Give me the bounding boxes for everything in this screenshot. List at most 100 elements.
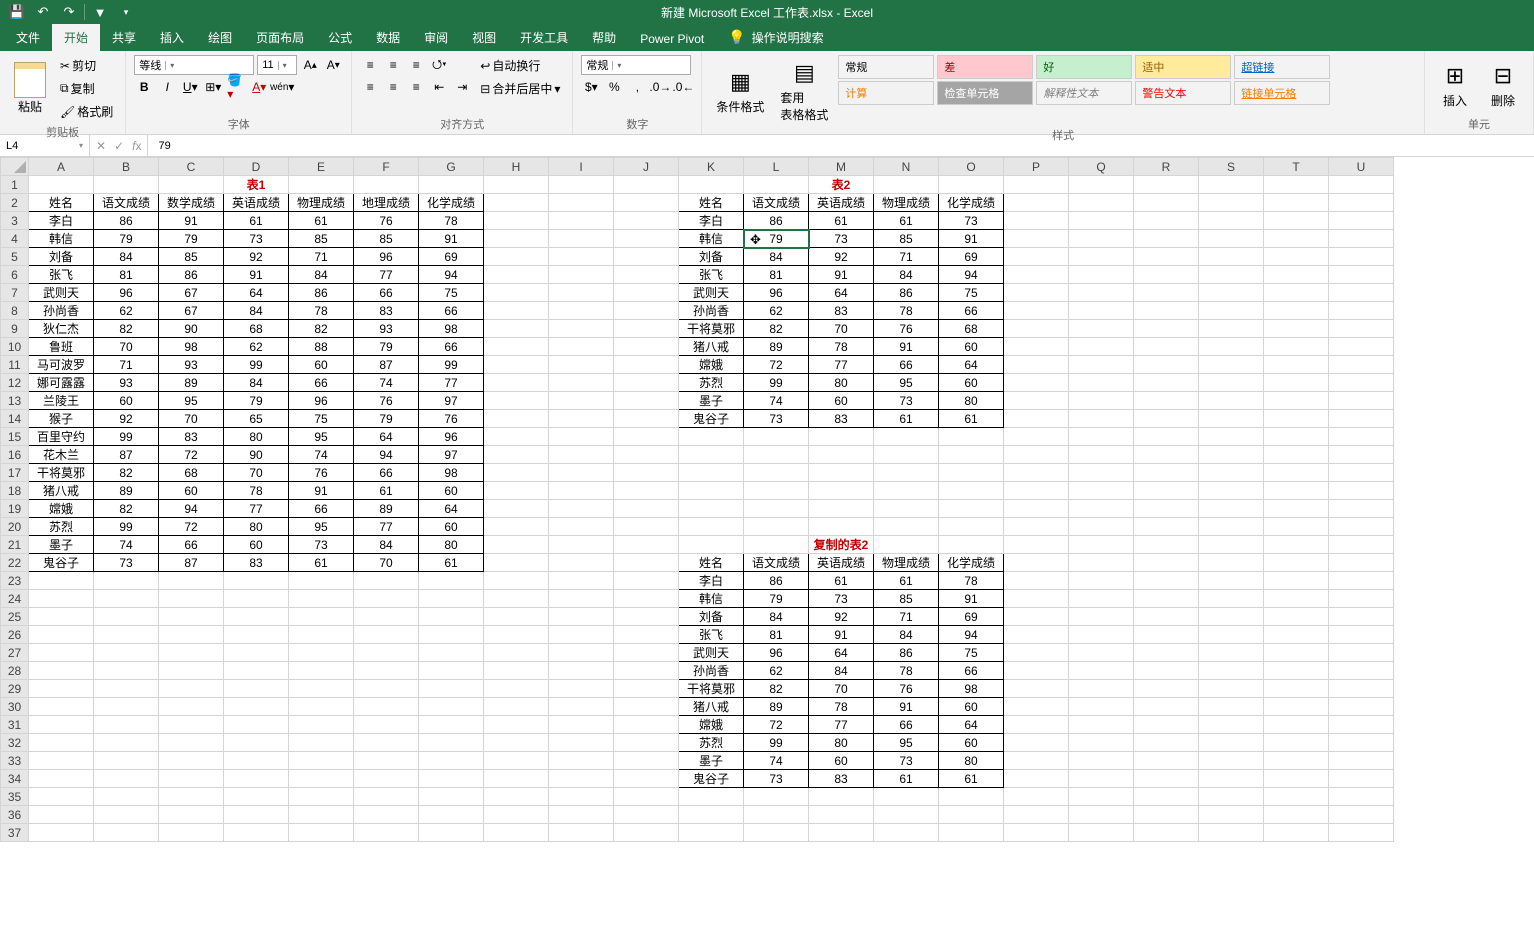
cell-U17[interactable] (1329, 464, 1394, 482)
orientation-icon[interactable]: ⭯▾ (429, 55, 449, 75)
cell-D15[interactable]: 80 (224, 428, 289, 446)
cell-B13[interactable]: 60 (94, 392, 159, 410)
cell-R6[interactable] (1134, 266, 1199, 284)
col-header-H[interactable]: H (484, 158, 549, 176)
row-header-33[interactable]: 33 (1, 752, 29, 770)
cell-G21[interactable]: 80 (419, 536, 484, 554)
cell-O23[interactable]: 78 (939, 572, 1004, 590)
cell-F30[interactable] (354, 698, 419, 716)
cell-U4[interactable] (1329, 230, 1394, 248)
cell-H4[interactable] (484, 230, 549, 248)
cell-K13[interactable]: 墨子 (679, 392, 744, 410)
cell-P17[interactable] (1004, 464, 1069, 482)
cell-D4[interactable]: 73 (224, 230, 289, 248)
col-header-T[interactable]: T (1264, 158, 1329, 176)
cell-B9[interactable]: 82 (94, 320, 159, 338)
cell-P8[interactable] (1004, 302, 1069, 320)
cell-E26[interactable] (289, 626, 354, 644)
cell-H14[interactable] (484, 410, 549, 428)
cell-N10[interactable]: 91 (874, 338, 939, 356)
cell-B17[interactable]: 82 (94, 464, 159, 482)
cell-Q37[interactable] (1069, 824, 1134, 842)
cell-B25[interactable] (94, 608, 159, 626)
cell-H32[interactable] (484, 734, 549, 752)
conditional-format-button[interactable]: ▦条件格式 (710, 55, 770, 125)
cell-O37[interactable] (939, 824, 1004, 842)
cell-R23[interactable] (1134, 572, 1199, 590)
cell-U36[interactable] (1329, 806, 1394, 824)
tell-me-search[interactable]: 💡 操作说明搜索 (716, 24, 835, 51)
cell-A1[interactable] (29, 176, 94, 194)
cell-P14[interactable] (1004, 410, 1069, 428)
cell-T29[interactable] (1264, 680, 1329, 698)
cell-C9[interactable]: 90 (159, 320, 224, 338)
cell-M4[interactable]: 73 (809, 230, 874, 248)
cell-P30[interactable] (1004, 698, 1069, 716)
cell-O31[interactable]: 64 (939, 716, 1004, 734)
row-header-31[interactable]: 31 (1, 716, 29, 734)
select-all-button[interactable] (1, 158, 29, 176)
cell-K21[interactable] (679, 536, 744, 554)
cell-G36[interactable] (419, 806, 484, 824)
cell-J3[interactable] (614, 212, 679, 230)
cell-I30[interactable] (549, 698, 614, 716)
cell-G10[interactable]: 66 (419, 338, 484, 356)
cell-L36[interactable] (744, 806, 809, 824)
cell-P23[interactable] (1004, 572, 1069, 590)
cell-U10[interactable] (1329, 338, 1394, 356)
cell-H27[interactable] (484, 644, 549, 662)
row-header-19[interactable]: 19 (1, 500, 29, 518)
cell-J21[interactable] (614, 536, 679, 554)
cell-S7[interactable] (1199, 284, 1264, 302)
cell-F27[interactable] (354, 644, 419, 662)
cell-C27[interactable] (159, 644, 224, 662)
cell-C2[interactable]: 数学成绩 (159, 194, 224, 212)
cell-E35[interactable] (289, 788, 354, 806)
cell-A13[interactable]: 兰陵王 (29, 392, 94, 410)
cell-B12[interactable]: 93 (94, 374, 159, 392)
cell-R35[interactable] (1134, 788, 1199, 806)
cell-R12[interactable] (1134, 374, 1199, 392)
cell-A10[interactable]: 鲁班 (29, 338, 94, 356)
cell-B1[interactable] (94, 176, 159, 194)
cell-I34[interactable] (549, 770, 614, 788)
cell-O11[interactable]: 64 (939, 356, 1004, 374)
cell-M33[interactable]: 60 (809, 752, 874, 770)
cell-F34[interactable] (354, 770, 419, 788)
cell-T27[interactable] (1264, 644, 1329, 662)
cell-B4[interactable]: 79 (94, 230, 159, 248)
cell-U21[interactable] (1329, 536, 1394, 554)
cell-T2[interactable] (1264, 194, 1329, 212)
cell-N11[interactable]: 66 (874, 356, 939, 374)
cell-L20[interactable] (744, 518, 809, 536)
cell-F5[interactable]: 96 (354, 248, 419, 266)
cell-C19[interactable]: 94 (159, 500, 224, 518)
cell-C29[interactable] (159, 680, 224, 698)
cell-H34[interactable] (484, 770, 549, 788)
cell-D1[interactable]: 表1 (224, 176, 289, 194)
cell-E20[interactable]: 95 (289, 518, 354, 536)
format-table-button[interactable]: ▤套用 表格格式 (774, 55, 834, 125)
cell-B28[interactable] (94, 662, 159, 680)
cell-E25[interactable] (289, 608, 354, 626)
cell-Q17[interactable] (1069, 464, 1134, 482)
cell-T13[interactable] (1264, 392, 1329, 410)
cell-C12[interactable]: 89 (159, 374, 224, 392)
cell-G15[interactable]: 96 (419, 428, 484, 446)
col-header-K[interactable]: K (679, 158, 744, 176)
cell-L18[interactable] (744, 482, 809, 500)
cell-J15[interactable] (614, 428, 679, 446)
cell-P6[interactable] (1004, 266, 1069, 284)
cell-E2[interactable]: 物理成绩 (289, 194, 354, 212)
decrease-decimal-icon[interactable]: .0← (673, 77, 693, 97)
cell-G9[interactable]: 98 (419, 320, 484, 338)
cell-H19[interactable] (484, 500, 549, 518)
cell-P2[interactable] (1004, 194, 1069, 212)
cell-L19[interactable] (744, 500, 809, 518)
cell-N19[interactable] (874, 500, 939, 518)
cell-R22[interactable] (1134, 554, 1199, 572)
cell-F36[interactable] (354, 806, 419, 824)
cell-E23[interactable] (289, 572, 354, 590)
cell-N36[interactable] (874, 806, 939, 824)
cell-O24[interactable]: 91 (939, 590, 1004, 608)
